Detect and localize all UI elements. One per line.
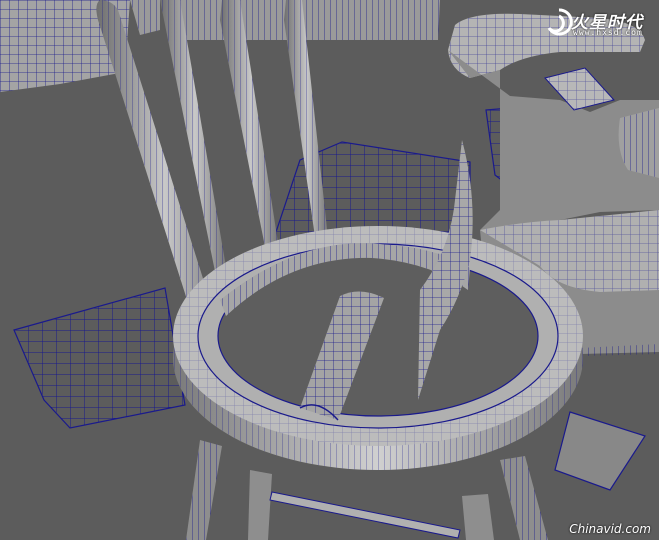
wireframe-scene[interactable] [0,0,659,540]
watermark-logo-url: www.hxsd.com [573,28,643,37]
sofa-cushion[interactable] [0,0,440,92]
3d-viewport[interactable]: 火星时代 www.hxsd.com Chinavid.com [0,0,659,540]
spindle-2[interactable] [160,0,230,296]
chair-seat[interactable] [173,226,583,470]
hxsd-watermark: 火星时代 www.hxsd.com [545,6,645,40]
swirl-logo-icon [547,8,573,36]
spindle-3[interactable] [220,0,282,272]
chinavid-watermark: Chinavid.com [569,522,651,536]
